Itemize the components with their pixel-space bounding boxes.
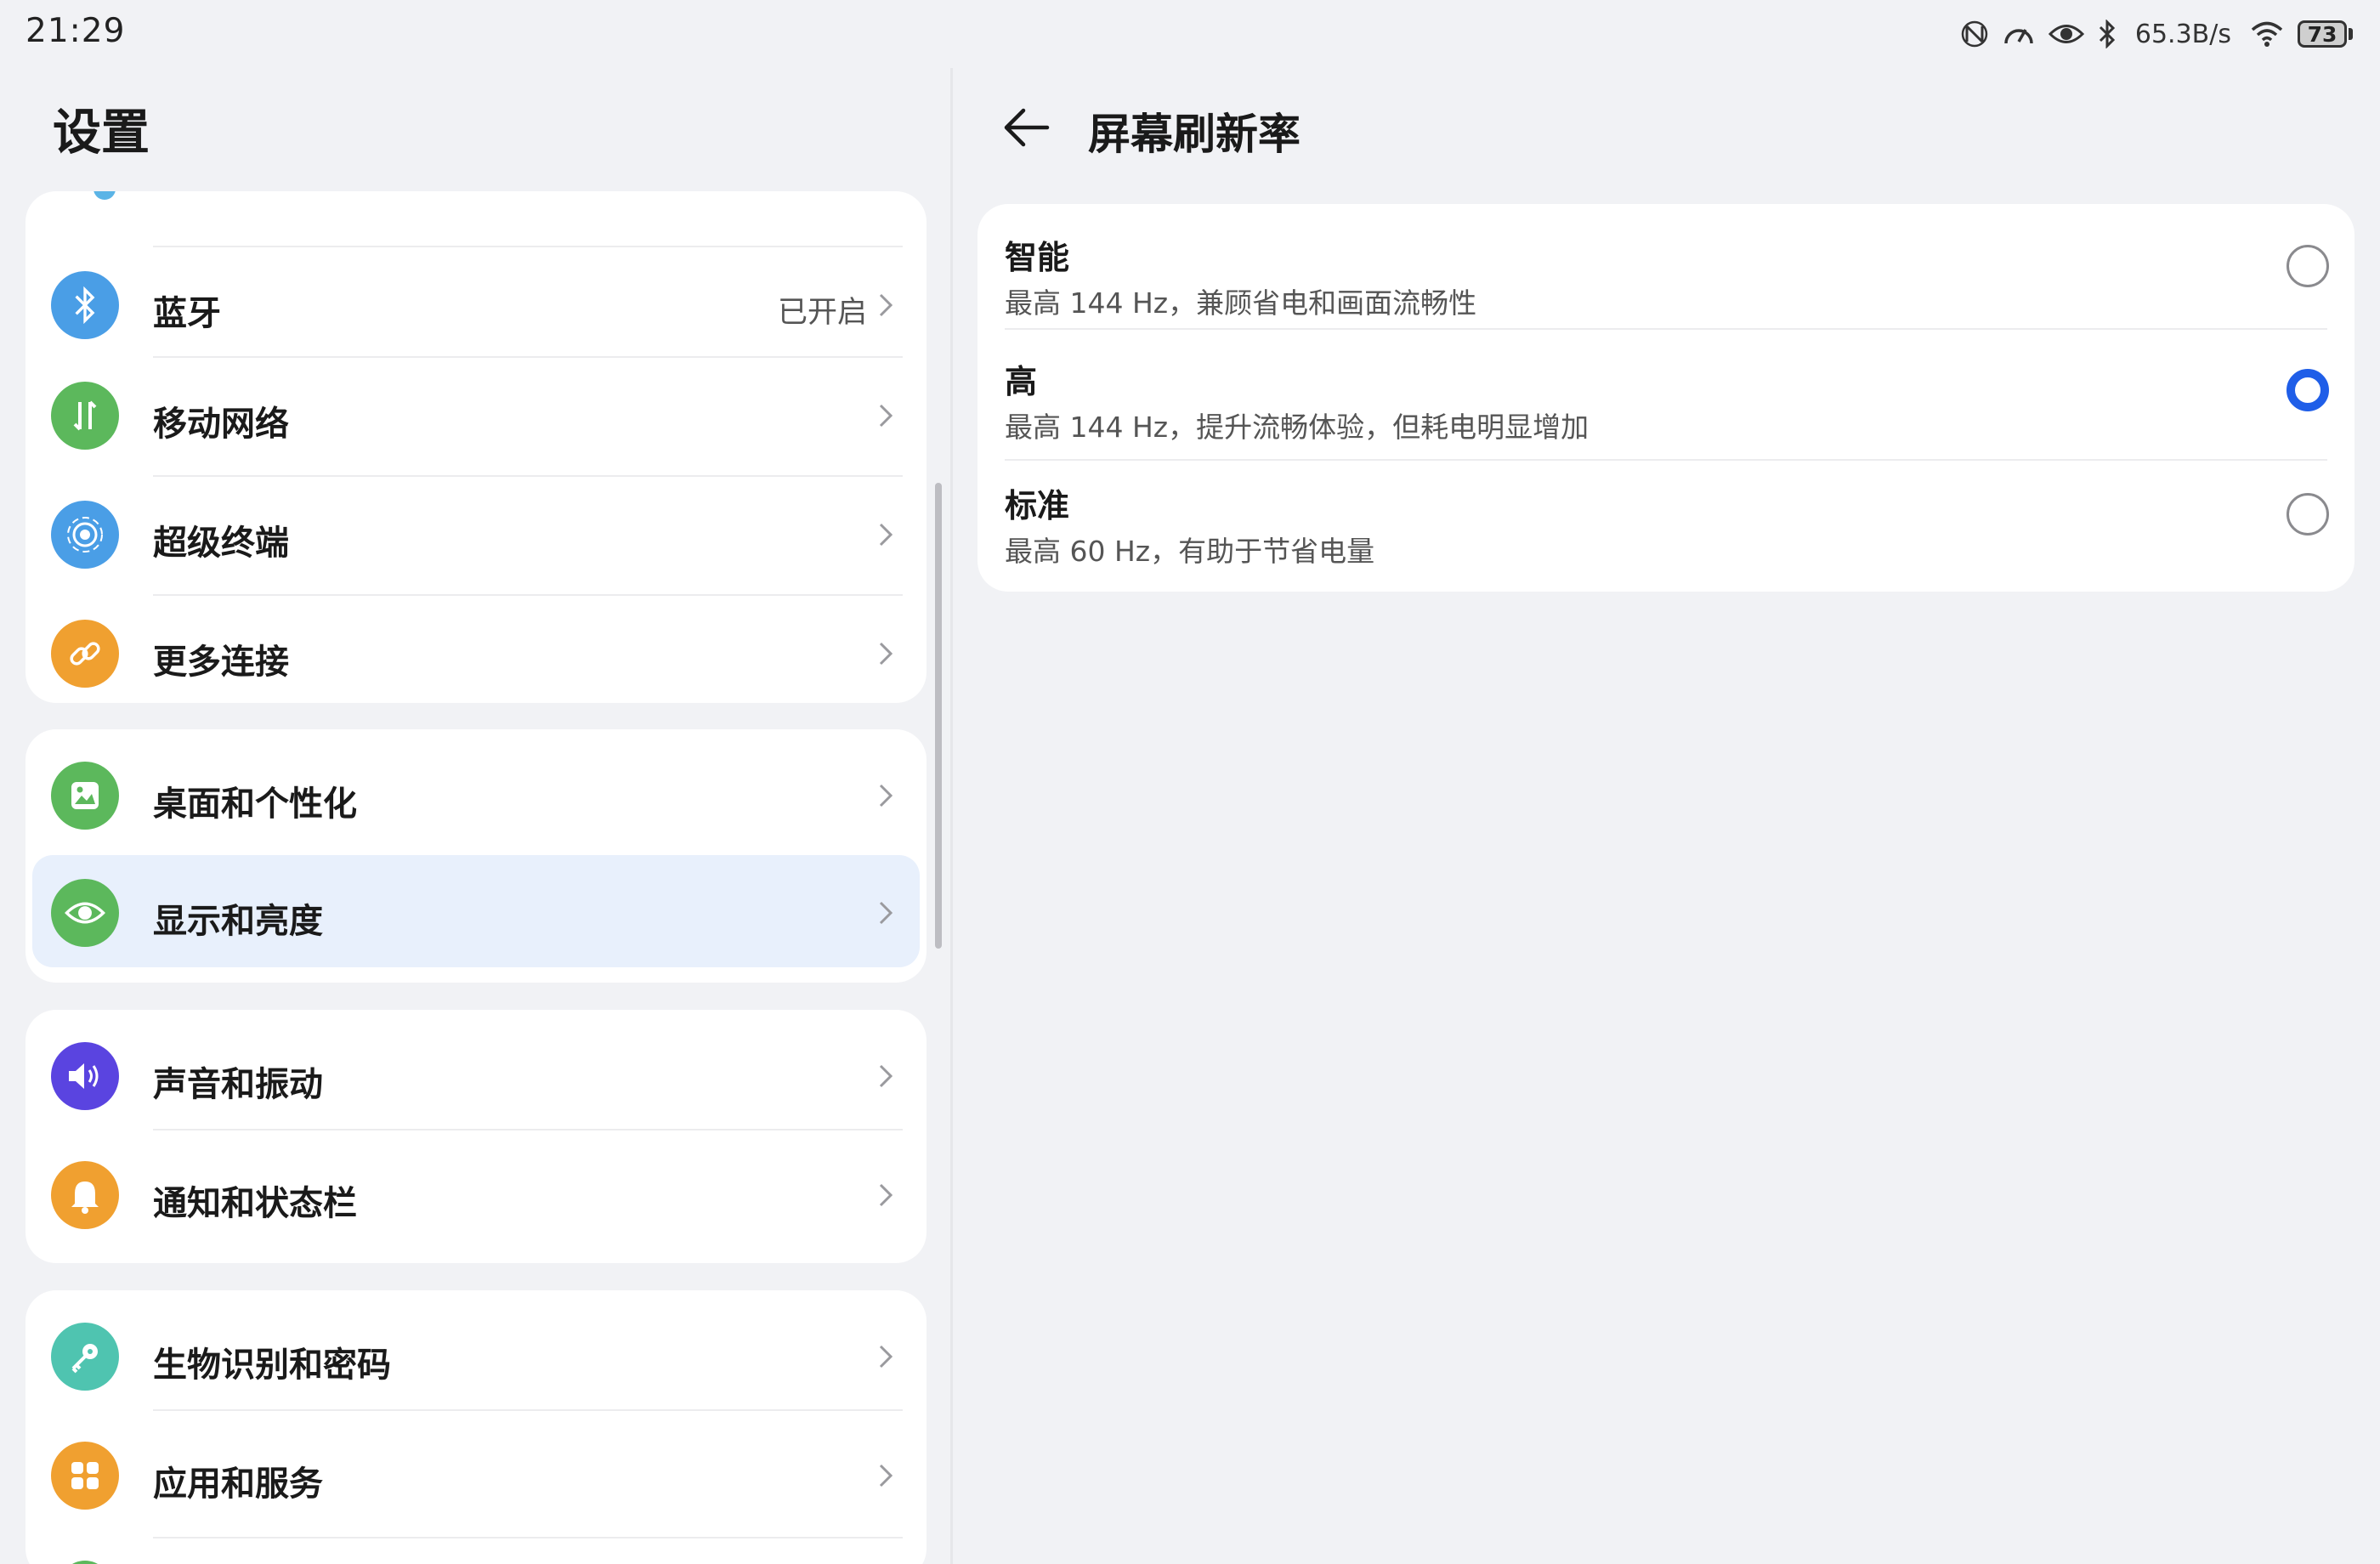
settings-item-label: 通知和状态栏 [153, 1184, 357, 1223]
scrollbar[interactable] [935, 483, 942, 949]
key-icon [51, 1323, 119, 1391]
option-subtitle: 最高 144 Hz，兼顾省电和画面流畅性 [1005, 286, 1477, 320]
nfc-icon [1960, 20, 1989, 48]
speaker-icon [51, 1042, 119, 1110]
settings-group-sound: 声音和振动 通知和状态栏 [26, 1010, 926, 1263]
chevron-right-icon [879, 404, 893, 428]
option-title: 高 [1005, 363, 1038, 400]
chevron-right-icon [879, 901, 893, 925]
bluetooth-icon [2098, 20, 2116, 48]
settings-item-label: 蓝牙 [153, 294, 221, 333]
chevron-right-icon [879, 523, 893, 547]
settings-item-home-personalization[interactable]: 桌面和个性化 [26, 736, 926, 855]
wifi-icon [2250, 20, 2284, 48]
page-title: 设置 [53, 105, 150, 161]
status-icons: 65.3B/s 73 [1960, 14, 2353, 54]
settings-item-label: 桌面和个性化 [153, 785, 357, 824]
settings-item-display-brightness[interactable]: 显示和亮度 [26, 855, 926, 974]
chevron-right-icon [879, 1183, 893, 1207]
chevron-right-icon [879, 642, 893, 666]
bluetooth-icon [51, 271, 119, 339]
super-device-icon [51, 501, 119, 569]
speed-dial-icon [2003, 20, 2035, 48]
refresh-option-high[interactable]: 高 最高 144 Hz，提升流畅体验，但耗电明显增加 [978, 328, 2354, 459]
chevron-right-icon [879, 293, 893, 317]
chevron-right-icon [879, 1464, 893, 1488]
battery-level: 73 [2298, 20, 2347, 48]
settings-item-label: 移动网络 [153, 405, 289, 444]
mobile-data-icon [51, 382, 119, 450]
battery-icon: 73 [2298, 20, 2353, 48]
refresh-option-standard[interactable]: 标准 最高 60 Hz，有助于节省电量 [978, 459, 2354, 583]
settings-item-biometrics-password[interactable]: 生物识别和密码 [26, 1297, 926, 1416]
option-subtitle: 最高 144 Hz，提升流畅体验，但耗电明显增加 [1005, 411, 1590, 444]
option-subtitle: 最高 60 Hz，有助于节省电量 [1005, 535, 1375, 568]
chevron-right-icon [879, 1064, 893, 1088]
apps-icon [51, 1442, 119, 1510]
radio-button[interactable] [2286, 493, 2329, 536]
back-arrow-icon[interactable] [1001, 104, 1052, 151]
chevron-right-icon [879, 784, 893, 808]
settings-item-label: 更多连接 [153, 643, 289, 682]
settings-item-super-device[interactable]: 超级终端 [26, 456, 926, 575]
settings-group-security: 生物识别和密码 应用和服务 [26, 1290, 926, 1564]
status-bar: 21:29 65.3B/s 73 [0, 0, 2380, 68]
detail-title: 屏幕刷新率 [1088, 110, 1300, 159]
option-title: 智能 [1005, 239, 1070, 276]
settings-item-label: 超级终端 [153, 524, 289, 563]
settings-item-label: 生物识别和密码 [153, 1346, 391, 1385]
settings-item-more-connections[interactable]: 更多连接 [26, 575, 926, 694]
option-title: 标准 [1005, 487, 1070, 524]
bell-icon [51, 1161, 119, 1229]
radio-button-selected[interactable] [2286, 369, 2329, 411]
settings-group-connectivity: 蓝牙 已开启 移动网络 超级终端 更多连接 [26, 191, 926, 703]
refresh-rate-options: 智能 最高 144 Hz，兼顾省电和画面流畅性 高 最高 144 Hz，提升流畅… [978, 204, 2354, 592]
net-speed: 65.3B/s [2134, 19, 2231, 49]
link-icon [51, 620, 119, 688]
settings-item-label: 应用和服务 [153, 1465, 323, 1504]
wallpaper-icon [51, 762, 119, 830]
status-time: 21:29 [26, 12, 126, 50]
settings-item-apps-services[interactable]: 应用和服务 [26, 1409, 926, 1535]
next-item-icon [60, 1561, 110, 1564]
settings-item-value: 已开启 [777, 296, 867, 330]
settings-item-label: 声音和振动 [153, 1065, 323, 1104]
settings-item-label: 显示和亮度 [153, 902, 323, 941]
eye-icon [51, 879, 119, 947]
refresh-option-smart[interactable]: 智能 最高 144 Hz，兼顾省电和画面流畅性 [978, 204, 2354, 328]
settings-item-mobile-network[interactable]: 移动网络 [26, 337, 926, 456]
chevron-right-icon [879, 1345, 893, 1368]
settings-item-sound-vibration[interactable]: 声音和振动 [26, 1017, 926, 1136]
panel-divider [950, 68, 953, 1564]
settings-item-bluetooth[interactable]: 蓝牙 已开启 [26, 218, 926, 339]
settings-item-notifications[interactable]: 通知和状态栏 [26, 1129, 926, 1255]
radio-button[interactable] [2286, 245, 2329, 287]
settings-group-display: 桌面和个性化 显示和亮度 [26, 729, 926, 983]
eye-comfort-icon [2048, 21, 2084, 47]
